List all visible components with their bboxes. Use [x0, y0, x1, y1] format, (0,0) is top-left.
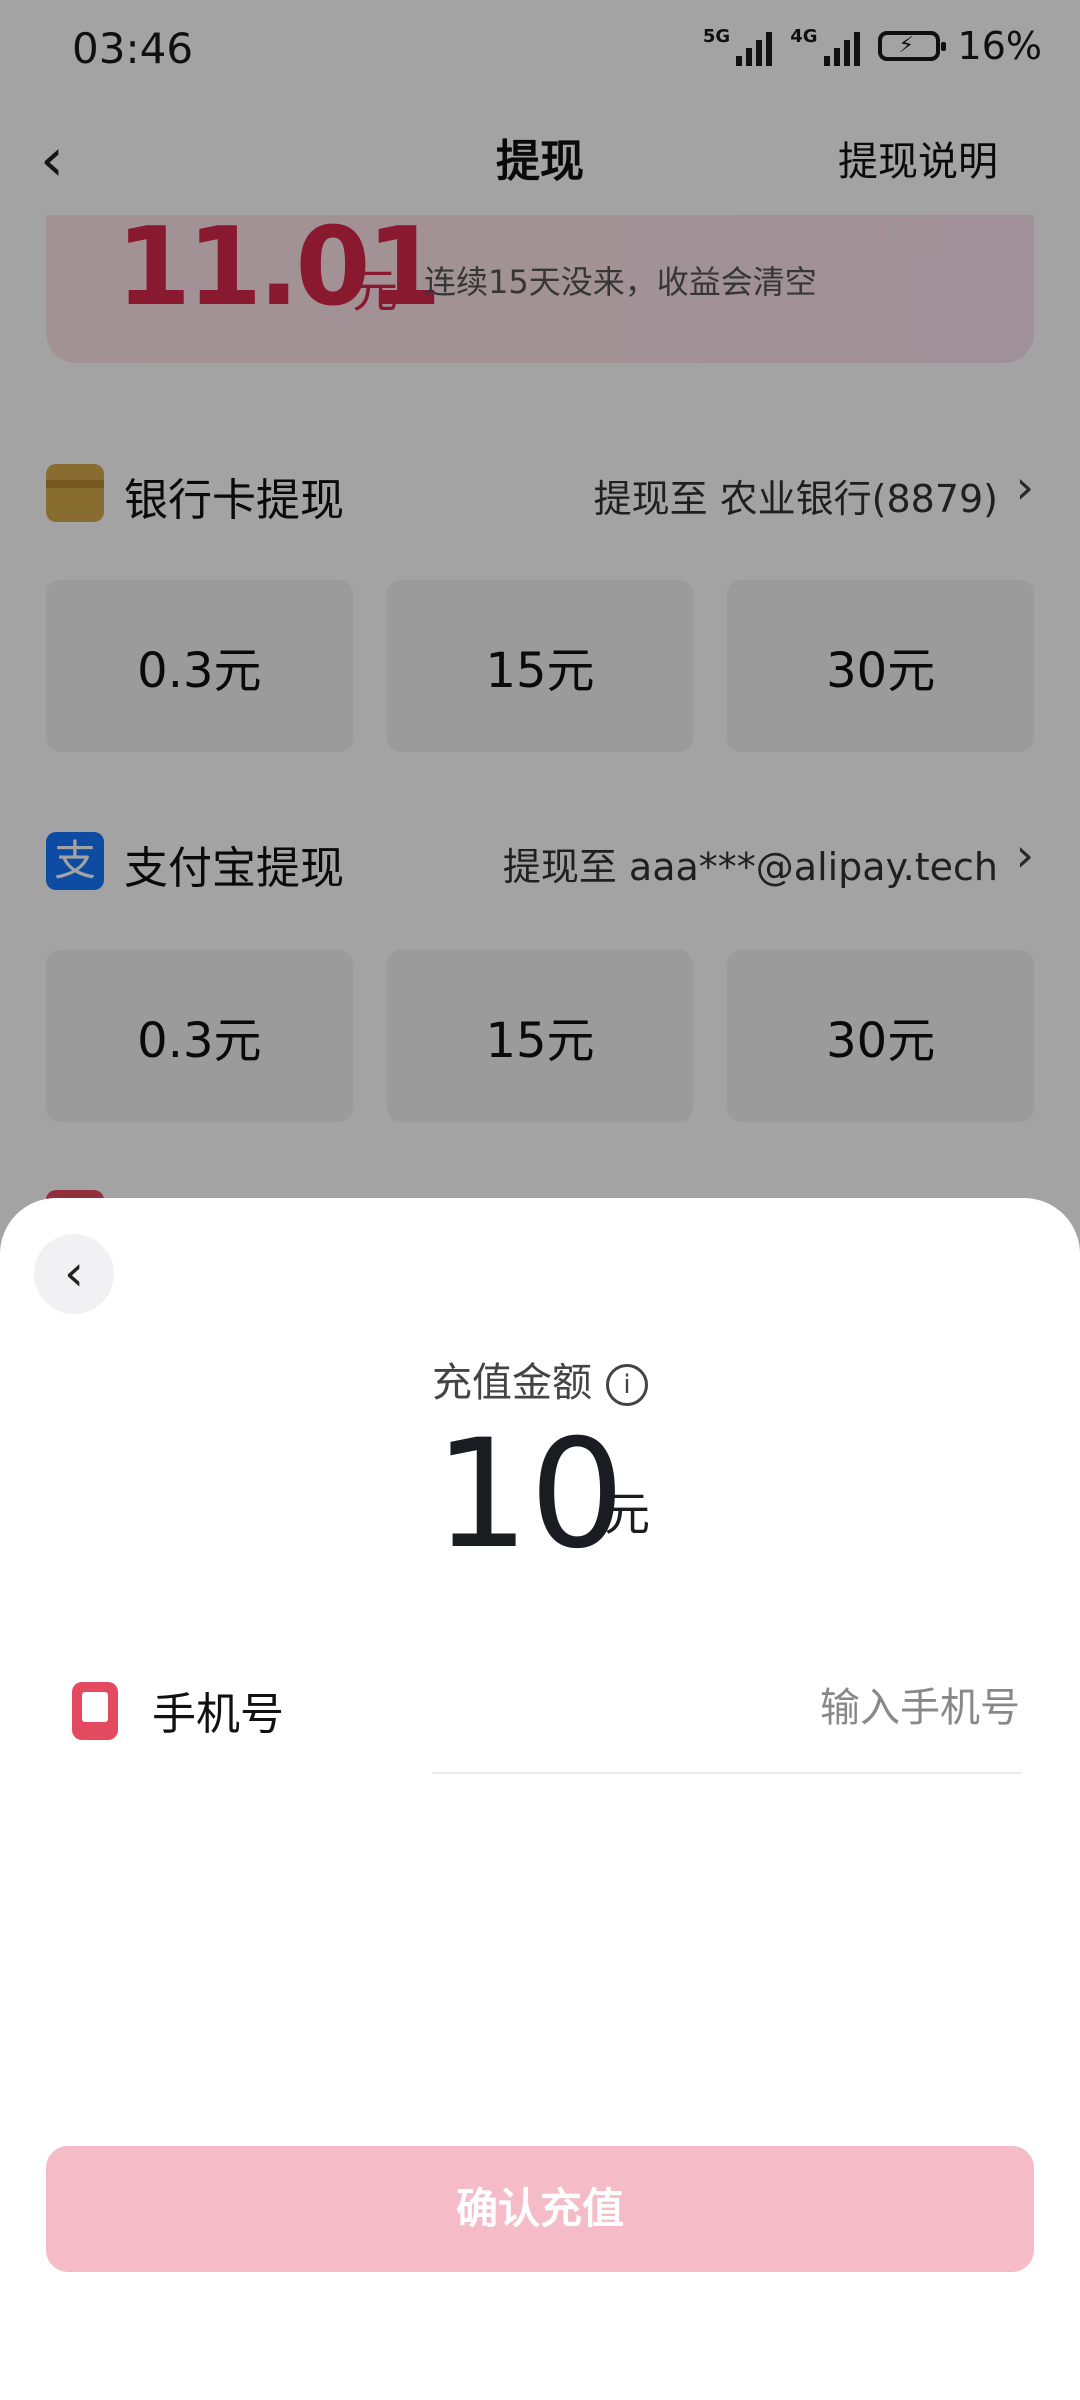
phone-number-row: 手机号: [72, 1668, 1022, 1788]
recharge-amount-label: 充值金额 i: [0, 1350, 1080, 1408]
recharge-amount-unit: 元: [604, 1487, 650, 1541]
confirm-recharge-button[interactable]: 确认充值: [46, 2146, 1034, 2272]
phone-number-input[interactable]: [458, 1672, 1022, 1744]
recharge-sheet: ‹ 充值金额i 10 元 手机号 确认充值: [0, 1198, 1080, 2400]
recharge-amount-value: 10: [434, 1408, 625, 1582]
input-underline: [432, 1772, 1022, 1774]
info-icon[interactable]: i: [606, 1364, 648, 1406]
phone-number-label: 手机号: [152, 1689, 284, 1740]
sheet-back-button[interactable]: ‹: [34, 1234, 114, 1314]
phone-icon: [72, 1682, 118, 1740]
